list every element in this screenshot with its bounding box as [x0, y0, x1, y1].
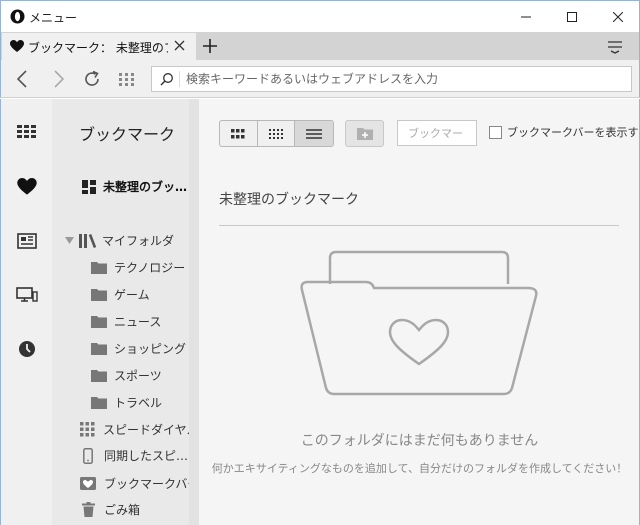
tab-bookmarks[interactable]: ブックマーク： 未整理のブックマーク [2, 33, 196, 60]
show-bookmark-bar-label: ブックマークバーを表示する [507, 126, 640, 139]
bookmark-item-speed-dial[interactable]: スピードダイヤル [80, 421, 199, 438]
list-icon [306, 128, 323, 139]
reload-icon[interactable] [82, 69, 102, 89]
news-icon [17, 233, 37, 249]
folder-heading: 未整理のブックマーク [219, 192, 359, 208]
bookmark-item-label: ゲーム [114, 288, 150, 302]
bookmark-item-label: トラベル [114, 396, 163, 410]
add-folder-icon [356, 128, 373, 140]
bookmark-item-unsorted[interactable]: 未整理のブッ… [82, 178, 187, 195]
bookmark-item-trash[interactable]: ごみ箱 [82, 501, 140, 518]
grid-icon [80, 422, 95, 437]
bookmark-item-bookmark-bar[interactable]: ブックマークバー [80, 475, 199, 492]
bookmark-panel: ブックマーク 未整理のブッ… マイフォルダ テクノロジー ゲーム ニュース ショ… [52, 99, 199, 525]
tab-menu-icon[interactable] [607, 40, 623, 54]
address-divider [179, 71, 180, 87]
minimize-icon [521, 16, 531, 17]
heart-bar-icon [80, 477, 96, 490]
expand-triangle-icon [65, 237, 74, 244]
bookmark-item-games[interactable]: ゲーム [91, 286, 150, 303]
sidebar-speed-dial[interactable] [16, 121, 38, 143]
bookmark-search-field[interactable] [397, 120, 477, 146]
bookmark-item-label: 未整理のブッ… [103, 180, 188, 194]
bookmark-item-label: ニュース [114, 315, 162, 329]
history-icon [19, 341, 35, 357]
sidebar-news[interactable] [16, 230, 38, 252]
bookmark-search-input[interactable] [398, 121, 476, 145]
folder-icon [91, 316, 107, 328]
grid-icon[interactable] [117, 69, 137, 89]
devices-icon [16, 287, 38, 302]
back-arrow-icon[interactable] [13, 69, 33, 89]
empty-state-title: このフォルダにはまだ何もありません [300, 433, 539, 449]
sidebar-history[interactable] [16, 338, 38, 360]
folder-icon [91, 289, 107, 301]
bookmark-item-label: マイフォルダ [102, 234, 175, 248]
small-grid-icon [269, 128, 283, 139]
bookmark-item-news[interactable]: ニュース [91, 313, 161, 330]
folder-icon [91, 343, 107, 355]
panel-title: ブックマーク [79, 125, 176, 144]
folder-icon [91, 370, 107, 382]
bookmark-item-technology[interactable]: テクノロジー [91, 259, 185, 276]
sidebar [0, 99, 52, 525]
heart-icon [17, 178, 37, 195]
new-tab-icon[interactable] [202, 38, 218, 54]
bookmark-item-shopping[interactable]: ショッピング [91, 340, 186, 357]
bookmark-item-sports[interactable]: スポーツ [91, 367, 162, 384]
forward-arrow-icon[interactable] [48, 69, 68, 89]
panel-scrollbar[interactable] [189, 99, 199, 525]
bookmark-item-label: ごみ箱 [104, 503, 141, 517]
bookmark-item-label: 同期したスピ… [104, 449, 189, 463]
sidebar-devices[interactable] [16, 284, 38, 306]
unsorted-icon [82, 179, 96, 194]
library-icon [79, 233, 96, 248]
large-grid-icon [231, 128, 245, 138]
trash-icon [82, 502, 95, 517]
add-folder-button[interactable] [345, 120, 384, 147]
close-button[interactable] [595, 1, 640, 32]
bookmark-item-label: スピードダイヤル [103, 423, 199, 437]
close-icon [613, 11, 623, 22]
address-bar[interactable] [151, 66, 632, 92]
window-title: メニュー [29, 11, 78, 25]
view-list-button[interactable] [295, 121, 333, 146]
bookmark-item-synced-speed-dial[interactable]: 同期したスピ… [83, 447, 188, 464]
tab-title: ブックマーク： 未整理のブックマーク [28, 41, 168, 55]
bookmark-item-travel[interactable]: トラベル [91, 394, 162, 411]
bookmark-item-label: スポーツ [114, 369, 162, 383]
minimize-button[interactable] [503, 1, 549, 32]
opera-logo-icon [10, 9, 25, 24]
address-toolbar [0, 60, 640, 98]
search-icon [160, 73, 173, 86]
sidebar-bookmarks[interactable] [16, 176, 38, 198]
bookmark-item-label: ショッピング [114, 342, 187, 356]
empty-folder-heart-icon [300, 250, 538, 396]
bookmark-item-label: テクノロジー [114, 261, 186, 275]
empty-state-subtitle: 何かエキサイティングなものを追加して、自分だけのフォルダを作成してください！ [211, 462, 628, 475]
title-bar: メニュー [0, 0, 640, 32]
show-bookmark-bar-checkbox[interactable] [489, 125, 502, 139]
maximize-button[interactable] [549, 1, 595, 32]
view-large-grid-button[interactable] [220, 121, 258, 146]
folder-icon [91, 262, 107, 274]
folder-icon [91, 397, 107, 409]
show-bookmark-bar-toggle[interactable]: ブックマークバーを表示する [489, 124, 640, 140]
view-small-grid-button[interactable] [258, 121, 296, 146]
maximize-icon [567, 11, 577, 22]
tab-bar: ブックマーク： 未整理のブックマーク [0, 32, 640, 60]
bookmark-item-my-folder[interactable]: マイフォルダ [65, 232, 174, 249]
close-icon[interactable] [174, 40, 185, 51]
main-content: ブックマークバーを表示する 未整理のブックマーク このフォルダにはまだ何もありま… [199, 99, 640, 525]
address-input[interactable] [186, 70, 616, 88]
speed-dial-icon [17, 125, 36, 138]
bookmark-item-label: ブックマークバー [104, 477, 200, 491]
phone-icon [83, 447, 93, 464]
heading-divider [219, 225, 619, 226]
heart-icon [10, 40, 24, 52]
view-mode-group [219, 120, 334, 147]
